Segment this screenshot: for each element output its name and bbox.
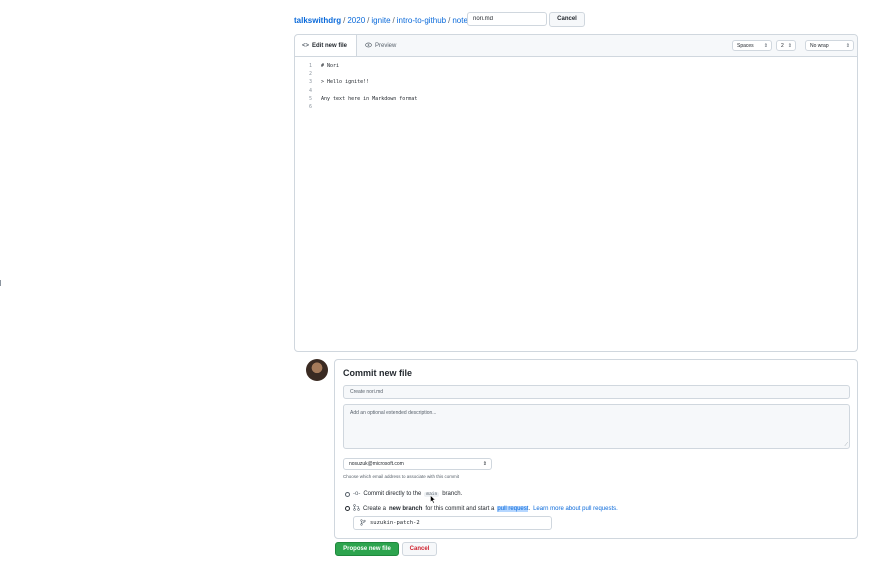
git-commit-icon: -o-	[353, 491, 361, 497]
avatar	[306, 359, 328, 381]
email-hint: Choose which email address to associate …	[343, 474, 460, 479]
select-arrows-icon: ⇕	[787, 42, 792, 49]
breadcrumb: talkswithdrg / 2020 / ignite / intro-to-…	[294, 13, 478, 27]
indent-size-value: 2	[781, 42, 784, 49]
code-line: 4	[295, 87, 417, 95]
radio-new-branch[interactable]	[345, 506, 350, 511]
tab-edit-new-file[interactable]: <> Edit new file	[295, 35, 357, 56]
learn-more-link[interactable]: Learn more about pull requests.	[533, 506, 618, 512]
propose-new-file-button[interactable]: Propose new file	[335, 542, 399, 556]
breadcrumb-separator: /	[367, 15, 370, 25]
cancel-edit-button[interactable]: Cancel	[549, 12, 585, 27]
commit-title: Commit new file	[343, 368, 413, 378]
breadcrumb-link-intro-to-github[interactable]: intro-to-github	[397, 16, 446, 25]
cancel-commit-button[interactable]: Cancel	[402, 542, 437, 556]
code-line: 2	[295, 70, 417, 78]
option-direct-suffix: branch.	[442, 491, 463, 497]
option-new-prefix: Create a	[363, 505, 387, 512]
branch-name-value: suzukin-patch-2	[370, 520, 420, 526]
divider	[0, 280, 1, 286]
code-line: 3 > Hello ignite!!	[295, 78, 417, 86]
line-number: 3	[308, 79, 312, 86]
description-placeholder: Add an optional extended description...	[350, 410, 437, 416]
select-arrows-icon: ⇕	[763, 42, 768, 49]
wrap-mode-value: No wrap	[810, 42, 829, 49]
git-branch-icon	[360, 518, 366, 528]
breadcrumb-separator: /	[392, 15, 395, 25]
line-text: # Nori	[321, 63, 340, 69]
email-value: nosuzuk@microsoft.com	[349, 461, 404, 467]
commit-description-textarea[interactable]: Add an optional extended description... …	[343, 404, 850, 449]
breadcrumb-separator: /	[343, 15, 346, 25]
code-line: 6	[295, 103, 417, 111]
email-select[interactable]: nosuzuk@microsoft.com ⇕	[343, 458, 492, 470]
line-number: 4	[308, 87, 312, 94]
line-text: Any text here in Markdown format	[321, 95, 418, 102]
pull-request-link[interactable]: pull request	[497, 505, 529, 512]
mouse-pointer-icon	[430, 494, 436, 506]
git-pull-request-icon	[353, 504, 360, 513]
option-commit-direct[interactable]: -o- Commit directly to the main branch.	[345, 491, 462, 497]
line-number: 1	[308, 63, 312, 69]
branch-name-input[interactable]: suzukin-patch-2	[353, 516, 552, 530]
line-text: > Hello ignite!!	[321, 79, 370, 86]
breadcrumb-link-ignite[interactable]: ignite	[371, 16, 390, 25]
tab-preview-label: Preview	[375, 42, 397, 49]
option-new-dot: .	[528, 505, 531, 512]
select-arrows-icon: ⇕	[482, 461, 487, 467]
file-editor: <> Edit new file Preview Spaces ⇕ 2 ⇕ No…	[294, 34, 858, 352]
indent-mode-value: Spaces	[737, 42, 754, 49]
breadcrumb-link-2020[interactable]: 2020	[347, 16, 365, 25]
line-number: 5	[308, 95, 312, 102]
resize-handle-icon[interactable]: ⟋	[844, 442, 848, 448]
code-line: 5 Any text here in Markdown format	[295, 95, 417, 103]
indent-mode-select[interactable]: Spaces ⇕	[732, 40, 772, 51]
option-new-branch[interactable]: Create a new branch for this commit and …	[345, 504, 618, 513]
breadcrumb-separator: /	[448, 15, 451, 25]
commit-summary-input[interactable]: Create nori.md	[343, 385, 850, 399]
line-number: 6	[308, 103, 312, 110]
wrap-mode-select[interactable]: No wrap ⇕	[805, 40, 854, 51]
breadcrumb-owner-link[interactable]: talkswithdrg	[294, 16, 341, 25]
radio-commit-direct[interactable]	[345, 491, 350, 497]
indent-size-select[interactable]: 2 ⇕	[776, 40, 796, 51]
code-icon: <>	[302, 42, 310, 49]
code-line: 1 # Nori	[295, 62, 417, 70]
editor-toolbar: <> Edit new file Preview Spaces ⇕ 2 ⇕ No…	[295, 35, 857, 57]
option-new-bold: new branch	[389, 505, 423, 512]
option-new-middle: for this commit and start a	[425, 505, 495, 512]
tab-edit-label: Edit new file	[312, 42, 348, 49]
code-area[interactable]: 1 # Nori 2 3 > Hello ignite!! 4 5 Any text …	[295, 62, 417, 111]
eye-icon	[365, 42, 372, 50]
filename-input[interactable]	[467, 12, 547, 26]
option-direct-prefix: Commit directly to the	[363, 491, 422, 497]
line-number: 2	[308, 71, 312, 78]
tab-preview[interactable]: Preview	[365, 35, 396, 56]
select-arrows-icon: ⇕	[845, 42, 850, 49]
